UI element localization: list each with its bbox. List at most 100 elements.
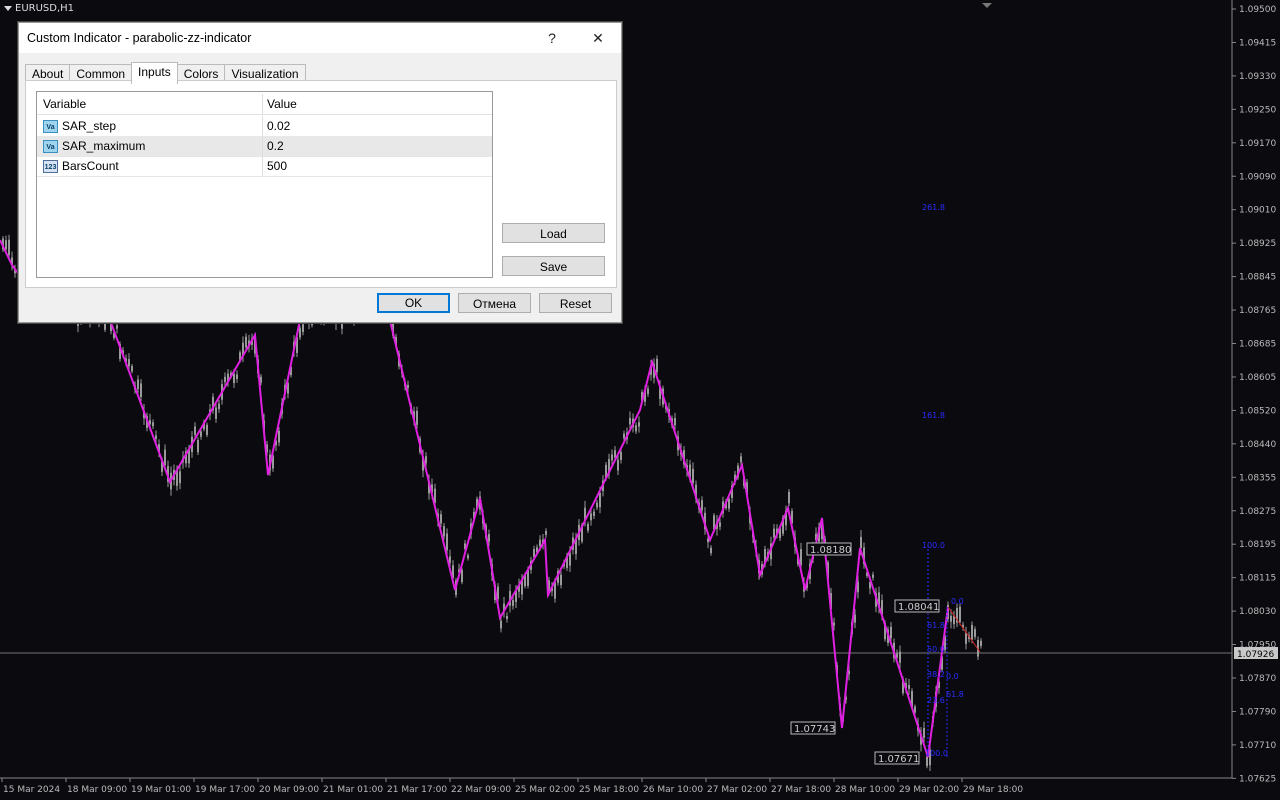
double-icon: Va: [43, 139, 58, 153]
candle-body: [923, 728, 925, 738]
candle-body: [200, 431, 202, 437]
candle-body: [488, 534, 490, 542]
candle-body: [587, 523, 589, 531]
grid-header: Variable Value: [37, 94, 492, 115]
price-tick-label: 1.08925: [1239, 239, 1276, 249]
fib-level-label: 161.8: [922, 411, 945, 420]
price-tick-label: 1.08275: [1239, 507, 1276, 517]
candle-body: [440, 514, 442, 524]
load-button[interactable]: Load: [502, 223, 605, 243]
candle-body: [206, 424, 208, 435]
candle-body: [302, 324, 304, 332]
candle-body: [617, 459, 619, 471]
candle-body: [461, 569, 463, 583]
candle-body: [224, 376, 226, 383]
candle-body: [446, 533, 448, 551]
price-tick-label: 1.07710: [1239, 741, 1276, 751]
candle-body: [701, 500, 703, 511]
candle-body: [137, 379, 139, 390]
fib-level-label: 0.0: [951, 597, 964, 606]
variable-name: BarsCount: [62, 159, 119, 173]
candle-body: [872, 574, 874, 578]
candle-body: [194, 426, 196, 435]
table-row[interactable]: Va SAR_maximum 0.2: [37, 136, 492, 157]
candle-body: [512, 599, 514, 606]
candle-body: [116, 325, 118, 329]
price-tick-label: 1.09250: [1239, 105, 1276, 115]
price-tick-label: 1.07625: [1239, 774, 1276, 784]
candle-body: [278, 430, 280, 443]
time-tick-label: 19 Mar 01:00: [131, 785, 191, 795]
candle-body: [899, 651, 901, 663]
save-button[interactable]: Save: [502, 256, 605, 276]
time-tick-label: 25 Mar 18:00: [579, 785, 639, 795]
double-icon: Va: [43, 119, 58, 133]
time-tick-label: 28 Mar 10:00: [835, 785, 895, 795]
price-tick-label: 1.07790: [1239, 707, 1276, 717]
candle-body: [656, 358, 658, 373]
candle-body: [233, 373, 235, 384]
price-tick-label: 1.08440: [1239, 440, 1276, 450]
candle-body: [467, 555, 469, 559]
candle-body: [599, 492, 601, 508]
price-tick-label: 1.09090: [1239, 172, 1276, 182]
fib-level-label: 0.0: [946, 672, 959, 681]
candle-body: [965, 632, 967, 644]
table-row[interactable]: Va SAR_step 0.02: [37, 116, 492, 137]
cancel-button[interactable]: Отмена: [458, 293, 531, 313]
candle-body: [890, 626, 892, 639]
candle-body: [614, 450, 616, 458]
column-header-value[interactable]: Value: [263, 97, 297, 111]
time-tick-label: 27 Mar 02:00: [707, 785, 767, 795]
fib-level-label: 100.0: [922, 541, 945, 550]
column-header-variable[interactable]: Variable: [37, 94, 263, 114]
fib-level-label: 61.8: [927, 621, 945, 630]
candle-body: [860, 536, 862, 549]
scroll-marker-icon: [982, 3, 992, 8]
candle-body: [299, 328, 301, 338]
candle-body: [218, 403, 220, 410]
ok-button[interactable]: OK: [377, 293, 450, 313]
price-tick-label: 1.08765: [1239, 306, 1276, 316]
candle-body: [164, 449, 166, 466]
time-tick-label: 25 Mar 02:00: [515, 785, 575, 795]
candle-body: [506, 615, 508, 620]
variable-value[interactable]: 0.2: [263, 139, 284, 153]
close-button[interactable]: ✕: [575, 23, 621, 53]
fib-level-label: 23.6: [927, 696, 945, 705]
candle-body: [5, 240, 7, 250]
candle-body: [719, 522, 721, 527]
candle-body: [788, 491, 790, 504]
fib-level-label: 38.2: [927, 670, 945, 679]
candle-body: [569, 552, 571, 566]
candle-body: [728, 498, 730, 509]
dialog-titlebar[interactable]: Custom Indicator - parabolic-zz-indicato…: [19, 23, 621, 53]
candle-body: [692, 468, 694, 483]
price-tick-label: 1.08355: [1239, 473, 1276, 483]
table-row[interactable]: 123 BarsCount 500: [37, 156, 492, 177]
candle-body: [710, 547, 712, 554]
price-tag-label: 1.07743: [794, 724, 835, 735]
price-tag-label: 1.08041: [898, 602, 939, 613]
tab-bar: About Common Inputs Colors Visualization: [25, 62, 306, 84]
reset-button[interactable]: Reset: [539, 293, 612, 313]
time-tick-label: 18 Mar 09:00: [67, 785, 127, 795]
candle-body: [215, 407, 217, 419]
variable-value[interactable]: 500: [263, 159, 287, 173]
candle-body: [8, 239, 10, 256]
candle-body: [914, 706, 916, 713]
price-tick-label: 1.09330: [1239, 72, 1276, 82]
candle-body: [833, 622, 835, 626]
time-tick-label: 21 Mar 17:00: [387, 785, 447, 795]
candle-body: [980, 640, 982, 646]
variable-value[interactable]: 0.02: [263, 119, 290, 133]
price-tick-label: 1.08115: [1239, 574, 1276, 584]
symbol-label[interactable]: EURUSD,H1: [4, 3, 74, 14]
candle-body: [596, 502, 598, 508]
candle-body: [629, 418, 631, 425]
help-button[interactable]: ?: [529, 23, 575, 53]
price-tick-label: 1.08520: [1239, 406, 1276, 416]
tab-inputs[interactable]: Inputs: [131, 62, 178, 84]
time-tick-label: 20 Mar 09:00: [259, 785, 319, 795]
candle-body: [620, 452, 622, 460]
